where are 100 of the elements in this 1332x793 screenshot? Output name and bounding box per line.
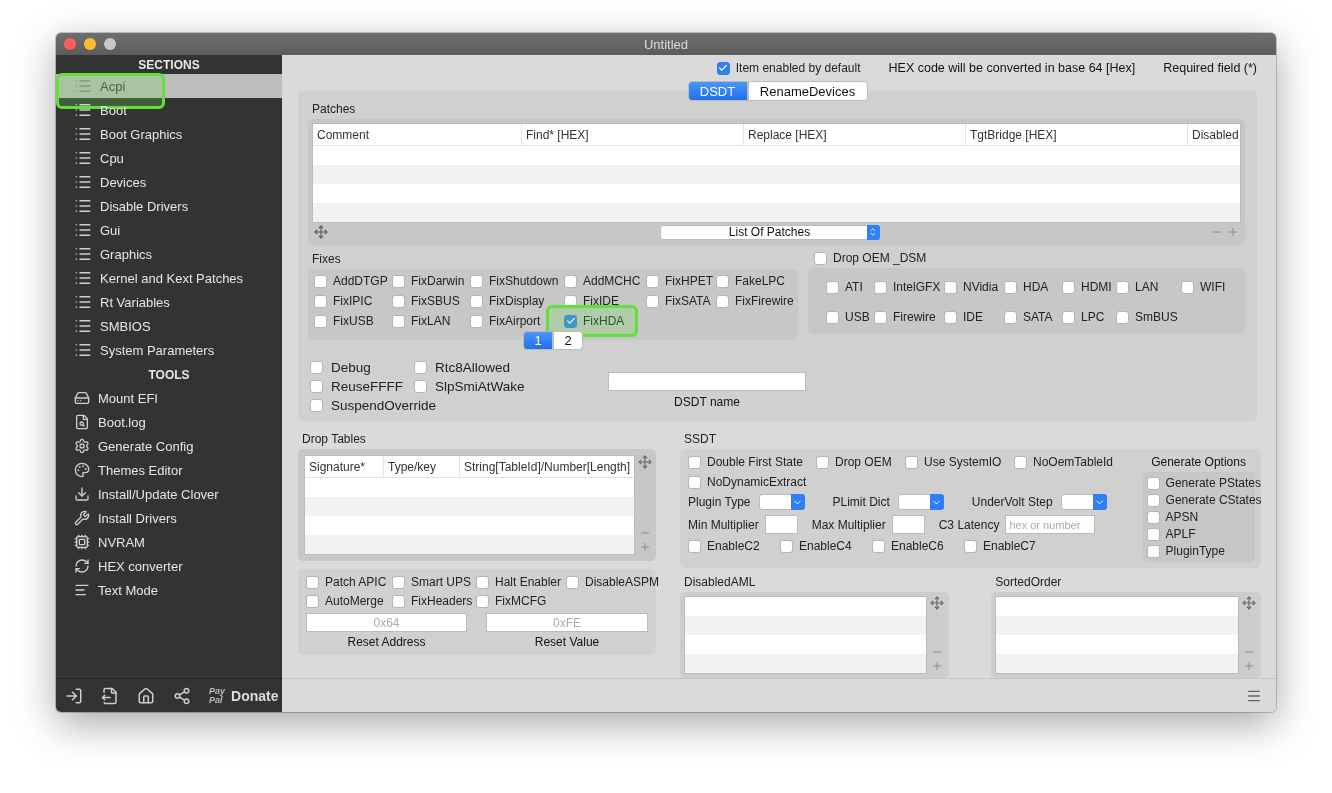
checkbox[interactable] bbox=[392, 314, 405, 328]
checkbox[interactable] bbox=[872, 539, 885, 553]
checkbox[interactable] bbox=[566, 575, 579, 589]
checkbox[interactable] bbox=[1146, 527, 1160, 541]
share-icon[interactable] bbox=[173, 686, 191, 705]
add-icon[interactable] bbox=[1227, 226, 1239, 238]
checkbox[interactable] bbox=[564, 294, 577, 308]
import-icon[interactable] bbox=[65, 686, 83, 705]
home-icon[interactable] bbox=[137, 686, 155, 705]
checkbox[interactable] bbox=[1146, 510, 1160, 524]
checkbox[interactable] bbox=[1116, 280, 1129, 294]
move-icon[interactable] bbox=[314, 225, 328, 239]
checkbox[interactable] bbox=[1004, 280, 1017, 294]
select-dropdown[interactable] bbox=[897, 494, 944, 510]
number-field[interactable] bbox=[764, 515, 798, 534]
list-popup[interactable]: List Of Patches bbox=[659, 224, 880, 240]
select-dropdown[interactable] bbox=[758, 494, 805, 510]
add-icon[interactable] bbox=[931, 660, 944, 672]
number-field[interactable]: hex or number bbox=[1005, 515, 1096, 534]
page-button[interactable]: 2 bbox=[553, 331, 583, 350]
sidebar-item[interactable]: Acpi bbox=[56, 74, 282, 98]
move-icon[interactable] bbox=[930, 596, 945, 610]
sidebar-item[interactable]: Cpu bbox=[56, 146, 282, 170]
sidebar-item[interactable]: Generate Config bbox=[56, 434, 282, 458]
dsdt-name-field[interactable] bbox=[608, 372, 806, 391]
checkbox[interactable] bbox=[716, 274, 729, 288]
sidebar-item[interactable]: Boot.log bbox=[56, 410, 282, 434]
reset-address-field[interactable]: 0x64 bbox=[306, 613, 467, 632]
checkbox[interactable] bbox=[814, 251, 827, 265]
tab[interactable]: DSDT bbox=[687, 81, 748, 101]
sidebar-item[interactable]: Graphics bbox=[56, 242, 282, 266]
checkbox[interactable] bbox=[826, 280, 839, 294]
sidebar-item[interactable]: Rt Variables bbox=[56, 290, 282, 314]
checkbox[interactable] bbox=[1062, 310, 1075, 324]
checkbox[interactable] bbox=[314, 314, 327, 328]
page-button[interactable]: 1 bbox=[523, 331, 553, 350]
minimize-button[interactable] bbox=[84, 38, 96, 50]
move-icon[interactable] bbox=[1241, 596, 1256, 610]
checkbox[interactable] bbox=[688, 539, 701, 553]
checkbox[interactable] bbox=[1146, 493, 1160, 507]
checkbox[interactable] bbox=[306, 594, 319, 608]
checkbox[interactable] bbox=[392, 294, 405, 308]
move-icon[interactable] bbox=[637, 455, 652, 469]
add-icon[interactable] bbox=[638, 541, 651, 553]
sidebar-item[interactable]: Themes Editor bbox=[56, 458, 282, 482]
sidebar-item[interactable]: Install/Update Clover bbox=[56, 482, 282, 506]
checkbox[interactable] bbox=[392, 274, 405, 288]
checkbox[interactable] bbox=[310, 380, 323, 393]
sidebar-item[interactable]: NVRAM bbox=[56, 530, 282, 554]
checkbox[interactable] bbox=[392, 575, 405, 589]
checkbox[interactable] bbox=[392, 594, 405, 608]
checkbox[interactable] bbox=[476, 594, 489, 608]
checkbox[interactable] bbox=[826, 310, 839, 324]
checkbox[interactable] bbox=[470, 294, 483, 308]
checkbox[interactable] bbox=[688, 455, 701, 469]
tab[interactable]: RenameDevices bbox=[747, 81, 868, 101]
checkbox[interactable] bbox=[716, 294, 729, 308]
checkbox[interactable] bbox=[944, 280, 957, 294]
checkbox[interactable] bbox=[414, 380, 427, 393]
sidebar-item[interactable]: Text Mode bbox=[56, 578, 282, 602]
sidebar-item[interactable]: Kernel and Kext Patches bbox=[56, 266, 282, 290]
checkbox[interactable] bbox=[314, 274, 327, 288]
checkbox[interactable] bbox=[310, 399, 323, 412]
checkbox[interactable] bbox=[564, 314, 577, 328]
checkbox[interactable] bbox=[944, 310, 957, 324]
close-button[interactable] bbox=[64, 38, 76, 50]
sidebar-item[interactable]: SMBIOS bbox=[56, 314, 282, 338]
sidebar-item[interactable]: Devices bbox=[56, 170, 282, 194]
checkbox[interactable] bbox=[646, 274, 659, 288]
checkbox[interactable] bbox=[1146, 544, 1160, 558]
checkbox[interactable] bbox=[306, 575, 319, 589]
sidebar-item[interactable]: Install Drivers bbox=[56, 506, 282, 530]
checkbox[interactable] bbox=[1181, 280, 1194, 294]
checkbox[interactable] bbox=[816, 455, 829, 469]
sidebar-item[interactable]: Mount EFI bbox=[56, 386, 282, 410]
checkbox[interactable] bbox=[1062, 280, 1075, 294]
checkbox[interactable] bbox=[310, 361, 323, 374]
donate-link[interactable]: Donate bbox=[231, 687, 279, 704]
sidebar-item[interactable]: Boot Graphics bbox=[56, 122, 282, 146]
checkbox[interactable] bbox=[716, 61, 730, 75]
checkbox[interactable] bbox=[688, 475, 701, 489]
zoom-button[interactable] bbox=[104, 38, 116, 50]
checkbox[interactable] bbox=[470, 274, 483, 288]
checkbox[interactable] bbox=[874, 310, 887, 324]
checkbox[interactable] bbox=[314, 294, 327, 308]
checkbox[interactable] bbox=[1004, 310, 1017, 324]
checkbox[interactable] bbox=[874, 280, 887, 294]
sidebar-item[interactable]: System Parameters bbox=[56, 338, 282, 362]
checkbox[interactable] bbox=[905, 455, 918, 469]
checkbox[interactable] bbox=[1146, 476, 1160, 490]
sidebar-item[interactable]: Disable Drivers bbox=[56, 194, 282, 218]
select-dropdown[interactable] bbox=[1060, 494, 1107, 510]
checkbox[interactable] bbox=[470, 314, 483, 328]
checkbox[interactable] bbox=[476, 575, 489, 589]
sidebar-item[interactable]: Gui bbox=[56, 218, 282, 242]
add-icon[interactable] bbox=[1242, 660, 1255, 672]
checkbox[interactable] bbox=[1014, 455, 1027, 469]
checkbox[interactable] bbox=[1116, 310, 1129, 324]
checkbox[interactable] bbox=[780, 539, 793, 553]
checkbox[interactable] bbox=[646, 294, 659, 308]
